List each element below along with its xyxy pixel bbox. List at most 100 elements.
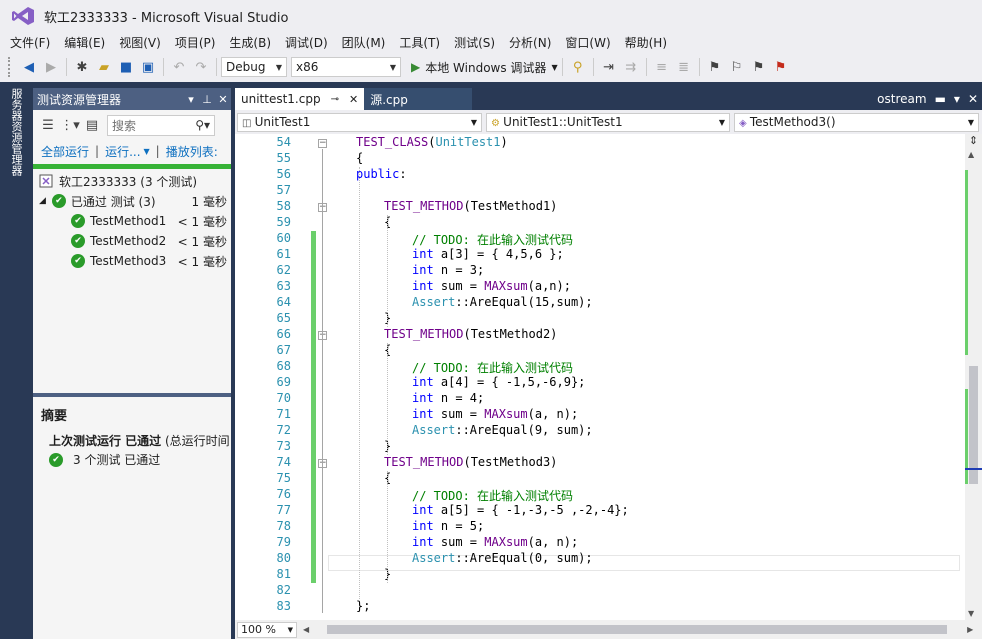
member-select[interactable]: ◈ TestMethod3() ▼ [734, 112, 979, 132]
bookmark-icon[interactable]: ⚑ [704, 56, 726, 78]
forward-icon[interactable]: ▶ [40, 56, 62, 78]
collapse-toggle-icon[interactable]: − [318, 139, 327, 148]
menu-window[interactable]: 窗口(W) [558, 34, 617, 51]
menu-team[interactable]: 团队(M) [335, 34, 393, 51]
document-tabs: unittest1.cpp ⊸ ✕ 源.cpp ostream ▬ ▾ ✕ [235, 88, 982, 110]
preview-tab-label[interactable]: ostream [877, 92, 926, 106]
code-line[interactable]: int n = 5; [412, 519, 484, 533]
code-line[interactable]: // TODO: 在此输入测试代码 [412, 359, 573, 376]
class-select[interactable]: ⚙ UnitTest1::UnitTest1 ▼ [486, 112, 730, 132]
code-line[interactable]: Assert::AreEqual(0, sum); [412, 551, 593, 565]
server-explorer-tab[interactable]: 服务器资源管理器 [8, 88, 24, 176]
save-icon[interactable]: ■ [115, 56, 137, 78]
solution-platform-select[interactable]: x86 ▼ [291, 57, 401, 77]
toolbar-separator [645, 58, 647, 76]
menu-help[interactable]: 帮助(H) [618, 34, 674, 51]
pin-icon[interactable]: ⊸ [331, 94, 339, 105]
redo-icon[interactable]: ↷ [190, 56, 212, 78]
menu-analyze[interactable]: 分析(N) [502, 34, 558, 51]
code-line[interactable]: int sum = MAXsum(a, n); [412, 535, 578, 549]
code-line[interactable]: int sum = MAXsum(a,n); [412, 279, 571, 293]
playlist-link[interactable]: 播放列表: [166, 143, 218, 160]
promote-icon[interactable]: ▬ [935, 92, 946, 106]
code-line[interactable]: TEST_METHOD(TestMethod1) [384, 199, 557, 213]
group-by-icon[interactable]: ☰ [37, 114, 59, 136]
code-line[interactable]: // TODO: 在此输入测试代码 [412, 231, 573, 248]
tab-unittest1-cpp[interactable]: unittest1.cpp ⊸ ✕ [235, 88, 365, 110]
code-editor[interactable]: ⇕ ▲ ▼ 54 55 56 57 58 59 60 61 62 63 64 65 66 67 68 69 70… [235, 134, 982, 620]
horizontal-scroll-thumb[interactable] [327, 625, 948, 634]
uncomment-icon[interactable]: ≣ [673, 56, 695, 78]
expand-arrow-icon[interactable]: ◢ [39, 196, 46, 206]
next-bookmark-icon[interactable]: ⚑ [748, 56, 770, 78]
close-icon[interactable]: ✕ [968, 92, 978, 106]
code-line[interactable]: int n = 3; [412, 263, 484, 277]
save-all-icon[interactable]: ▣ [137, 56, 159, 78]
line-number: 63 [276, 279, 291, 293]
code-line[interactable]: int sum = MAXsum(a, n); [412, 407, 578, 421]
step-into-icon[interactable]: ⇥ [598, 56, 620, 78]
prev-bookmark-icon[interactable]: ⚐ [726, 56, 748, 78]
dropdown-icon[interactable]: ▾ [954, 92, 960, 106]
code-line[interactable]: int n = 4; [412, 391, 484, 405]
solution-node[interactable]: 软工2333333 (3 个测试) [33, 171, 231, 191]
test-node[interactable]: ✔ TestMethod3 < 1 毫秒 [33, 251, 231, 271]
comment-icon[interactable]: ≡ [651, 56, 673, 78]
toolbar-grip[interactable] [8, 57, 12, 77]
code-line[interactable]: int a[4] = { -1,5,-6,9}; [412, 375, 585, 389]
zoom-select[interactable]: 100 % ▼ [237, 621, 297, 638]
find-icon[interactable]: ⚲ [567, 56, 589, 78]
clear-bookmarks-icon[interactable]: ⚑ [770, 56, 792, 78]
scroll-thumb[interactable] [969, 366, 978, 484]
menu-debug[interactable]: 调试(D) [278, 34, 335, 51]
dropdown-icon[interactable]: ▾ [183, 93, 199, 106]
code-line[interactable]: int a[5] = { -1,-3,-5 ,-2,-4}; [412, 503, 629, 517]
code-line[interactable]: TEST_CLASS(UnitTest1) [356, 135, 508, 149]
code-line[interactable]: TEST_METHOD(TestMethod2) [384, 327, 557, 341]
search-icon[interactable]: ⚲▾ [195, 118, 210, 132]
undo-icon[interactable]: ↶ [168, 56, 190, 78]
step-over-icon[interactable]: ⇉ [620, 56, 642, 78]
menu-edit[interactable]: 编辑(E) [57, 34, 112, 51]
scroll-up-icon[interactable]: ▲ [968, 150, 974, 159]
menu-project[interactable]: 项目(P) [168, 34, 223, 51]
scroll-right-icon[interactable]: ▶ [967, 625, 973, 634]
code-line[interactable]: Assert::AreEqual(15,sum); [412, 295, 593, 309]
scroll-down-icon[interactable]: ▼ [968, 609, 974, 618]
run-menu-link[interactable]: 运行... [105, 143, 140, 160]
solution-config-select[interactable]: Debug ▼ [221, 57, 287, 77]
split-editor-icon[interactable]: ⇕ [967, 134, 980, 148]
open-file-icon[interactable]: ▰ [93, 56, 115, 78]
menu-build[interactable]: 生成(B) [222, 34, 278, 51]
close-icon[interactable]: ✕ [215, 93, 231, 106]
code-line[interactable]: // TODO: 在此输入测试代码 [412, 487, 573, 504]
test-node[interactable]: ✔ TestMethod2 < 1 毫秒 [33, 231, 231, 251]
project-select[interactable]: ◫ UnitTest1 ▼ [237, 112, 482, 132]
pin-icon[interactable]: ⊥ [199, 93, 215, 106]
summary-heading: 摘要 [41, 409, 68, 424]
menu-tools[interactable]: 工具(T) [392, 34, 447, 51]
tab-source-cpp[interactable]: 源.cpp [364, 88, 472, 110]
close-tab-icon[interactable]: ✕ [349, 93, 358, 106]
test-node[interactable]: ✔ TestMethod1 < 1 毫秒 [33, 211, 231, 231]
new-project-icon[interactable]: ✱ [71, 56, 93, 78]
menu-test[interactable]: 测试(S) [447, 34, 502, 51]
sort-icon[interactable]: ⋮▾ [59, 114, 81, 136]
playlist-icon[interactable]: ▤ [81, 114, 103, 136]
start-debugging-button[interactable]: ▶ 本地 Windows 调试器 ▼ [411, 59, 558, 76]
menu-file[interactable]: 文件(F) [3, 34, 57, 51]
test-search-input[interactable]: 搜索 ⚲▾ [107, 114, 215, 136]
menu-view[interactable]: 视图(V) [112, 34, 168, 51]
code-line[interactable]: { [356, 151, 363, 165]
code-line[interactable]: TEST_METHOD(TestMethod3) [384, 455, 557, 469]
run-all-link[interactable]: 全部运行 [41, 143, 89, 160]
code-line[interactable]: int a[3] = { 4,5,6 }; [412, 247, 564, 261]
code-line[interactable]: }; [356, 599, 370, 613]
vertical-scrollbar[interactable]: ⇕ ▲ ▼ [965, 134, 982, 620]
passed-group-node[interactable]: ◢ ✔ 已通过 测试 (3) 1 毫秒 [33, 191, 231, 211]
indent-guide [387, 471, 388, 583]
code-line[interactable]: Assert::AreEqual(9, sum); [412, 423, 593, 437]
back-icon[interactable]: ◀ [18, 56, 40, 78]
code-line[interactable]: public: [356, 167, 407, 181]
scroll-left-icon[interactable]: ◀ [303, 625, 309, 634]
